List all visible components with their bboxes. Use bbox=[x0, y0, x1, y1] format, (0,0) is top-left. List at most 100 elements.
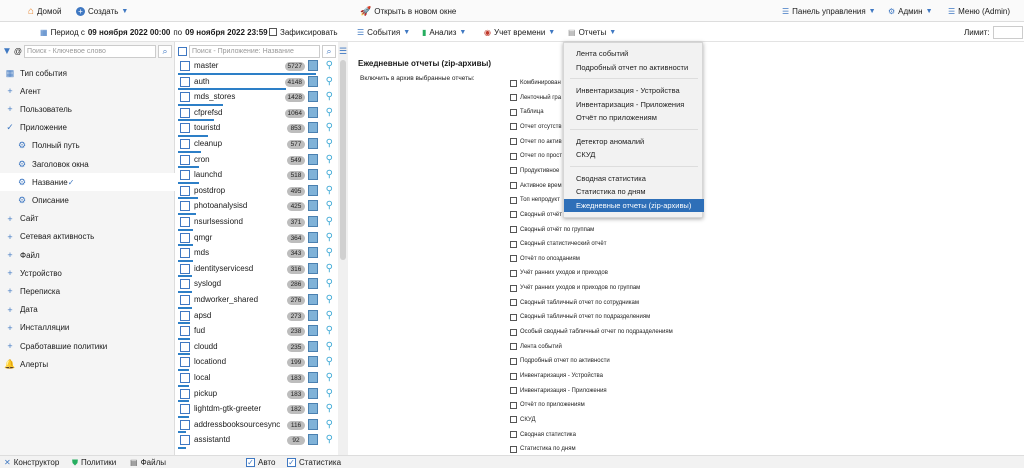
item-checkbox[interactable] bbox=[180, 263, 190, 274]
report-option[interactable]: Топ непродукт bbox=[510, 194, 560, 206]
link-icon[interactable]: ⚲ bbox=[326, 278, 333, 290]
chart-icon[interactable] bbox=[308, 309, 318, 321]
report-checkbox[interactable] bbox=[510, 313, 517, 321]
tree-item[interactable]: ⚙ Название ✓ bbox=[0, 173, 175, 192]
report-option[interactable]: Сводный статистический отчёт bbox=[510, 238, 607, 250]
report-checkbox[interactable] bbox=[510, 211, 517, 219]
report-option[interactable]: Комбинирован bbox=[510, 77, 561, 89]
report-checkbox[interactable] bbox=[510, 269, 517, 277]
link-icon[interactable]: ⚲ bbox=[326, 91, 333, 103]
link-icon[interactable]: ⚲ bbox=[326, 263, 333, 275]
tree-item[interactable]: + Устройство bbox=[0, 264, 175, 282]
report-checkbox[interactable] bbox=[510, 387, 517, 395]
link-icon[interactable]: ⚲ bbox=[326, 403, 333, 415]
auto-toggle[interactable]: ✓ Авто bbox=[246, 456, 275, 469]
constructor-tab[interactable]: ✕ Конструктор bbox=[4, 456, 59, 469]
report-checkbox[interactable] bbox=[510, 182, 517, 190]
report-checkbox[interactable] bbox=[510, 108, 517, 116]
report-option[interactable]: Активное врем bbox=[510, 180, 562, 192]
tree-item[interactable]: + Инсталляции bbox=[0, 319, 175, 337]
link-icon[interactable]: ⚲ bbox=[326, 419, 333, 431]
report-option[interactable]: Отчёт по опозданиям bbox=[510, 253, 580, 265]
link-icon[interactable]: ⚲ bbox=[326, 107, 333, 119]
link-icon[interactable]: ⚲ bbox=[326, 185, 333, 197]
link-icon[interactable]: ⚲ bbox=[326, 434, 333, 446]
dropdown-item[interactable]: Отчёт по приложениям bbox=[564, 111, 704, 124]
open-new-window-button[interactable]: 🚀 Открыть в новом окне bbox=[360, 0, 456, 22]
list-item[interactable]: locationd 199 ⚲ bbox=[176, 355, 336, 371]
item-checkbox[interactable] bbox=[180, 154, 190, 165]
chart-icon[interactable] bbox=[308, 403, 318, 415]
report-checkbox[interactable] bbox=[510, 123, 517, 131]
search-icon[interactable]: ⌕ bbox=[158, 44, 172, 58]
report-checkbox[interactable] bbox=[510, 94, 517, 102]
item-checkbox[interactable] bbox=[180, 170, 190, 181]
report-option[interactable]: Лента событий bbox=[510, 341, 562, 353]
list-item[interactable]: fud 238 ⚲ bbox=[176, 324, 336, 340]
item-checkbox[interactable] bbox=[180, 279, 190, 290]
report-option[interactable]: Продуктивное bbox=[510, 165, 559, 177]
tree-item[interactable]: ⚙ Описание bbox=[0, 191, 175, 209]
chart-icon[interactable] bbox=[308, 122, 318, 134]
control-panel-menu[interactable]: ☰ Панель управления ▼ bbox=[782, 0, 876, 22]
report-option[interactable]: Статистика по дням bbox=[510, 443, 576, 455]
dropdown-item[interactable]: Инвентаризация - Устройства bbox=[564, 84, 704, 97]
report-option[interactable]: СКУД bbox=[510, 414, 536, 426]
chart-icon[interactable] bbox=[308, 216, 318, 227]
link-icon[interactable]: ⚲ bbox=[326, 341, 333, 353]
link-icon[interactable]: ⚲ bbox=[326, 60, 333, 72]
link-icon[interactable]: ⚲ bbox=[326, 169, 333, 181]
chart-icon[interactable] bbox=[308, 60, 318, 71]
scrollbar[interactable] bbox=[340, 60, 346, 260]
chart-icon[interactable] bbox=[308, 184, 318, 196]
admin-menu[interactable]: ⚙ Админ ▼ bbox=[888, 0, 933, 22]
tree-item[interactable]: 🔔 Алерты bbox=[0, 355, 175, 373]
tree-item[interactable]: + Агент bbox=[0, 82, 175, 100]
link-icon[interactable]: ⚲ bbox=[326, 76, 333, 88]
list-item[interactable]: identityservicesd 316 ⚲ bbox=[176, 262, 336, 278]
report-checkbox[interactable] bbox=[510, 328, 517, 336]
tree-item[interactable]: + Сработавшие политики bbox=[0, 337, 175, 355]
item-checkbox[interactable] bbox=[180, 419, 190, 430]
item-checkbox[interactable] bbox=[180, 341, 190, 352]
dropdown-item[interactable]: Сводная статистика bbox=[564, 172, 704, 185]
chart-icon[interactable] bbox=[308, 278, 318, 290]
chart-icon[interactable] bbox=[308, 325, 318, 337]
list-item[interactable]: pickup 183 ⚲ bbox=[176, 387, 336, 403]
period-selector[interactable]: ▦ Период с 09 ноября 2022 00:00 по 09 но… bbox=[40, 22, 268, 42]
link-icon[interactable]: ⚲ bbox=[326, 310, 333, 322]
chart-icon[interactable] bbox=[308, 91, 318, 103]
list-item[interactable]: postdrop 495 ⚲ bbox=[176, 184, 336, 200]
chart-icon[interactable] bbox=[308, 262, 318, 274]
report-checkbox[interactable] bbox=[510, 416, 517, 424]
chart-icon[interactable] bbox=[308, 200, 318, 212]
list-item[interactable]: apsd 273 ⚲ bbox=[176, 309, 336, 325]
link-icon[interactable]: ⚲ bbox=[326, 232, 333, 244]
link-icon[interactable]: ⚲ bbox=[326, 325, 333, 337]
item-checkbox[interactable] bbox=[180, 357, 190, 368]
fix-period-checkbox[interactable]: Зафиксировать bbox=[269, 22, 338, 42]
link-icon[interactable]: ⚲ bbox=[326, 247, 333, 259]
main-menu[interactable]: ☰ Меню (Admin) bbox=[948, 0, 1010, 22]
report-option[interactable]: Отчет по актив bbox=[510, 136, 562, 148]
value-search-input[interactable]: Поиск - Приложение: Название bbox=[189, 44, 320, 58]
tree-item[interactable]: + Переписка bbox=[0, 282, 175, 300]
item-checkbox[interactable] bbox=[180, 185, 190, 196]
events-menu[interactable]: ☰ События ▼ bbox=[357, 22, 410, 42]
chart-icon[interactable] bbox=[308, 387, 318, 399]
item-checkbox[interactable] bbox=[180, 326, 190, 337]
tree-item[interactable]: ✓ Приложение bbox=[0, 119, 175, 137]
list-item[interactable]: launchd 518 ⚲ bbox=[176, 168, 336, 184]
tree-item[interactable]: + Сайт bbox=[0, 210, 175, 228]
home-button[interactable]: ⌂ Домой bbox=[28, 0, 61, 22]
link-icon[interactable]: ⚲ bbox=[326, 388, 333, 400]
list-item[interactable]: mds_stores 1428 ⚲ bbox=[176, 90, 336, 106]
item-checkbox[interactable] bbox=[180, 123, 190, 134]
policies-tab[interactable]: ⛊ Политики bbox=[72, 456, 116, 469]
chart-icon[interactable] bbox=[308, 294, 318, 305]
list-item[interactable]: lightdm-gtk-greeter 182 ⚲ bbox=[176, 402, 336, 418]
tree-item[interactable]: + Файл bbox=[0, 246, 175, 264]
tree-item[interactable]: + Дата bbox=[0, 301, 175, 319]
item-checkbox[interactable] bbox=[180, 404, 190, 415]
list-item[interactable]: qmgr 364 ⚲ bbox=[176, 231, 336, 247]
